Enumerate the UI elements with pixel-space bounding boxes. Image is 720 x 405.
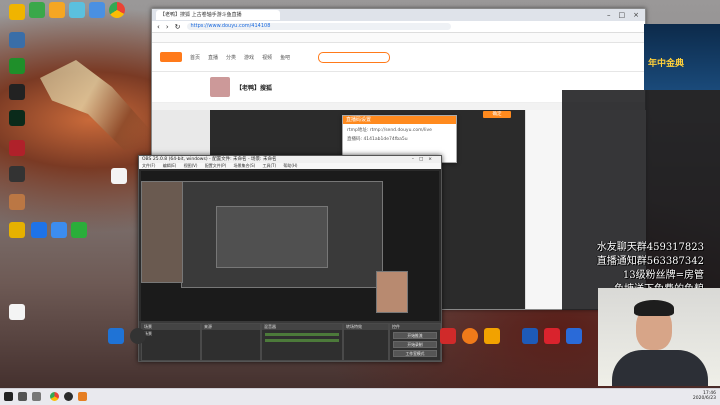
task-view-icon[interactable] [32,392,41,401]
douyu-logo[interactable] [160,52,182,62]
desktop-file-icon[interactable] [2,304,32,322]
forward-icon[interactable]: › [166,23,169,31]
scenes-dock: 场景 场景 [141,323,201,361]
bookmarks-bar [152,33,645,43]
window-controls: – □ × [607,11,645,19]
address-bar[interactable]: https://www.douyu.com/414108 [186,23,451,30]
desktop-icon[interactable] [2,166,32,184]
desktop-icon[interactable] [440,328,456,344]
start-icon[interactable] [4,392,13,401]
desktop-icon[interactable] [484,328,500,344]
browser-tab[interactable]: 【老鸭】搜狐 上古卷轴手游斗鱼直播 [156,10,280,20]
dialog-key-row[interactable]: 直播码: 4141ab1de74fba5u [343,133,456,142]
dialog-title: 直播码设置 [343,116,456,124]
desktop-icon[interactable] [2,140,32,158]
nested-wallpaper [141,181,183,283]
site-nav: 首页 直播 分类 游戏 视频 鱼吧 [152,43,645,72]
obs-window: OBS 25.0.8 (64-bit, windows) - 配置文件: 未命名… [138,155,442,362]
maximize-icon[interactable]: □ [619,11,626,19]
streamer-avatar[interactable] [210,77,230,97]
nested-webcam [376,271,408,313]
streamer-name: 【老鸭】搜狐 [236,84,273,92]
nav-video[interactable]: 视频 [262,54,272,61]
system-clock[interactable]: 17:46 2020/6/23 [693,391,716,401]
minimize-icon[interactable]: – [607,11,611,19]
nav-game[interactable]: 游戏 [244,54,254,61]
desktop-icon[interactable] [522,328,538,344]
tab-bar: 【老鸭】搜狐 上古卷轴手游斗鱼直播 – □ × [152,9,645,21]
chrome-taskbar-icon[interactable] [50,392,59,401]
address-row: ‹ › ↻ https://www.douyu.com/414108 [152,21,645,33]
controls-dock-title: 控件 [390,324,440,330]
obs-window-controls[interactable]: –□× [412,156,441,163]
site-search-input[interactable] [318,51,391,63]
taskbar: 17:46 2020/6/23 [0,388,720,405]
audio-meter[interactable] [265,333,339,336]
start-streaming-button[interactable]: 开始推流 [393,332,437,339]
desktop-icon[interactable] [2,110,32,128]
obs-menubar[interactable]: 文件(F) 编辑(E) 视图(V) 配置文件(P) 场景集合(S) 工具(T) … [139,163,441,169]
mixer-dock: 混音器 [261,323,343,361]
nav-yuba[interactable]: 鱼吧 [280,54,290,61]
search-icon[interactable] [18,392,27,401]
app-taskbar-icon[interactable] [78,392,87,401]
nav-category[interactable]: 分类 [226,54,236,61]
desktop-icon[interactable] [108,328,124,344]
promo-banner[interactable]: 年中金典 [644,24,720,90]
desktop-icon[interactable] [130,328,146,344]
desktop-icon[interactable] [462,328,478,344]
desktop-icon[interactable] [64,222,94,240]
transitions-dock: 转场特效 [343,323,389,361]
nested-preview [216,206,328,268]
overlay-line-1: 水友聊天群459317823 [596,242,704,253]
overlay-line-3: 13级粉丝牌=房管 [622,270,704,281]
sources-dock-title: 来源 [202,324,260,330]
nav-home[interactable]: 首页 [190,54,200,61]
studio-mode-button[interactable]: 工作室模式 [393,350,437,357]
controls-dock: 控件 开始推流 开始录制 工作室模式 [389,323,441,361]
nav-live[interactable]: 直播 [208,54,218,61]
chrome-icon[interactable] [102,2,132,20]
start-recording-button[interactable]: 开始录制 [393,341,437,348]
desktop-icon[interactable] [2,32,32,50]
transitions-dock-title: 转场特效 [344,324,388,330]
desktop-icon[interactable] [2,194,32,212]
obs-taskbar-icon[interactable] [64,392,73,401]
promo-text: 年中金典 [648,59,685,69]
obs-preview[interactable] [141,171,439,321]
dialog-confirm-button[interactable]: 确定 [483,111,511,118]
close-icon[interactable]: × [633,11,639,19]
desktop-icon[interactable] [2,58,32,76]
obs-title-text: OBS 25.0.8 (64-bit, windows) - 配置文件: 未命名… [142,157,277,162]
scene-item[interactable]: 场景 [142,330,200,338]
sources-dock: 来源 [201,323,261,361]
obs-docks: 场景 场景 来源 混音器 转场特效 控件 开始推流 开始录制 工作室模式 [139,321,441,361]
reload-icon[interactable]: ↻ [175,23,181,31]
mixer-dock-title: 混音器 [262,324,342,330]
desktop-file-icon[interactable] [104,168,134,186]
webcam-person-body [612,350,708,386]
overlay-line-2: 直播通知群563387342 [596,256,704,267]
dialog-rtmp-row[interactable]: rtmp地址: rtmp://send.douyu.com/live [343,124,456,133]
desktop-icon[interactable] [544,328,560,344]
webcam-person-hair [634,300,674,316]
audio-meter[interactable] [265,339,339,342]
desktop-icon[interactable] [2,84,32,102]
obs-titlebar: OBS 25.0.8 (64-bit, windows) - 配置文件: 未命名… [139,156,441,163]
clock-date: 2020/6/23 [692,396,716,401]
desktop-icon[interactable] [566,328,582,344]
back-icon[interactable]: ‹ [157,23,160,31]
